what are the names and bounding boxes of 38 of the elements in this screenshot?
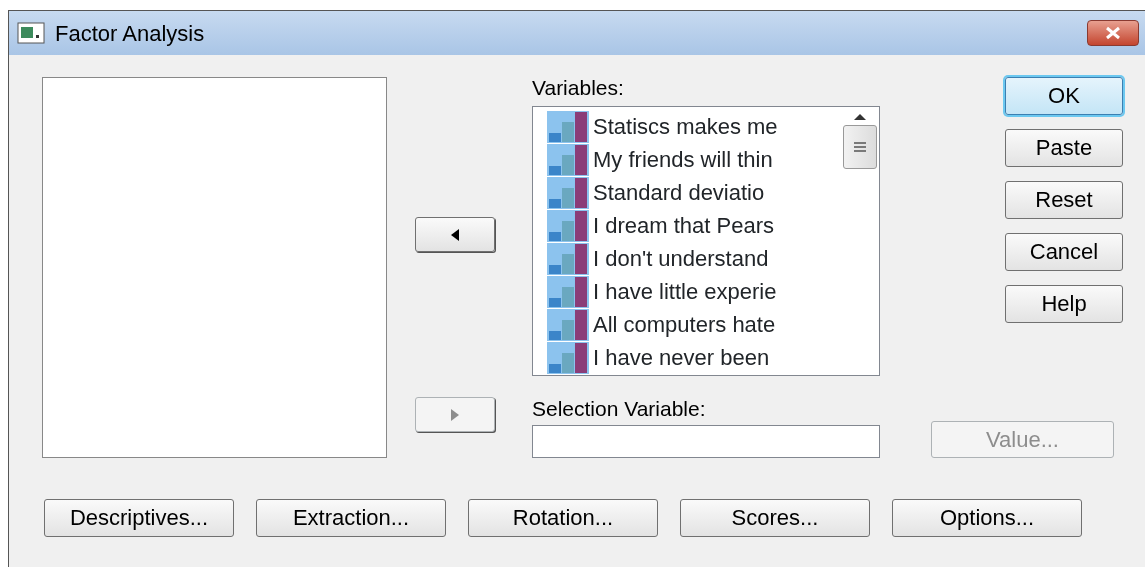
variables-label: Variables:	[532, 77, 625, 98]
scroll-up-icon[interactable]	[853, 113, 867, 121]
selection-variable-field[interactable]	[532, 425, 880, 458]
scale-variable-icon	[547, 110, 589, 143]
scale-variable-icon	[547, 341, 589, 374]
dialog-button[interactable]: Scores...	[680, 499, 870, 537]
dialog-button[interactable]: Extraction...	[256, 499, 446, 537]
dialog-button[interactable]: Paste	[1005, 129, 1123, 167]
close-icon	[1104, 26, 1122, 40]
dialog-button[interactable]: Cancel	[1005, 233, 1123, 271]
variable-name[interactable]: I don't understand	[593, 242, 769, 275]
scale-variable-icon	[547, 242, 589, 275]
variable-name[interactable]: My friends will thin	[593, 143, 773, 176]
selection-variable-label: Selection Variable:	[532, 398, 707, 419]
close-button[interactable]	[1087, 20, 1139, 46]
variable-name[interactable]: I have never been	[593, 341, 770, 374]
variables-list[interactable]: Statiscs makes me My friends will thin Standard deviatio I dream that Pears I don't understand I have little experie All computers hate I have never been	[532, 106, 880, 376]
right-triangle-icon	[448, 407, 461, 422]
window-title: Factor Analysis	[55, 19, 206, 48]
dialog-button[interactable]: Reset	[1005, 181, 1123, 219]
dialog-button[interactable]: Descriptives...	[44, 499, 234, 537]
variable-name[interactable]: All computers hate	[593, 308, 776, 341]
dialog-button[interactable]: Help	[1005, 285, 1123, 323]
window-icon	[17, 22, 45, 44]
dialog-button[interactable]: Options...	[892, 499, 1082, 537]
scale-variable-icon	[547, 275, 589, 308]
variable-name[interactable]: Standard deviatio	[593, 176, 765, 209]
scale-variable-icon	[547, 209, 589, 242]
scale-variable-icon	[547, 308, 589, 341]
dialog-button[interactable]: OK	[1005, 77, 1123, 115]
move-left-button[interactable]	[414, 217, 495, 252]
dialog-button[interactable]: Rotation...	[468, 499, 658, 537]
scroll-thumb[interactable]	[843, 125, 877, 169]
variable-name[interactable]: Statiscs makes me	[593, 110, 778, 143]
scale-variable-icon	[547, 176, 589, 209]
scale-variable-icon	[547, 143, 589, 176]
variable-name[interactable]: I dream that Pears	[593, 209, 774, 242]
variable-name[interactable]: I have little experie	[593, 275, 777, 308]
